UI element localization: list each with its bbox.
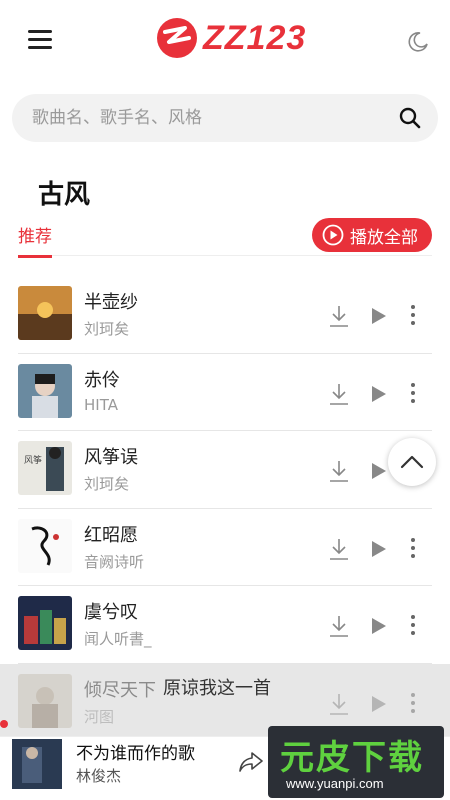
play-icon[interactable] bbox=[370, 306, 388, 326]
song-row[interactable]: 红昭愿 音阙诗听 bbox=[18, 509, 432, 586]
song-title: 赤伶 bbox=[84, 369, 120, 391]
song-row[interactable]: 虞兮叹 闻人听書_ bbox=[18, 586, 432, 664]
song-row[interactable]: 半壶纱 刘珂矣 bbox=[18, 276, 432, 354]
back-to-top-button[interactable] bbox=[388, 438, 436, 486]
more-icon[interactable] bbox=[410, 304, 416, 326]
play-all-button[interactable]: 播放全部 bbox=[312, 218, 432, 252]
now-playing-title: 不为谁而作的歌 bbox=[76, 744, 195, 764]
now-playing-cover bbox=[12, 739, 62, 789]
song-artist: 音阙诗听 bbox=[84, 552, 145, 571]
song-artist: 闻人听書_ bbox=[84, 630, 152, 648]
download-icon[interactable] bbox=[328, 304, 350, 328]
play-circle-icon bbox=[322, 224, 344, 246]
watermark-url: www.yuanpi.com bbox=[286, 776, 384, 791]
album-cover bbox=[18, 286, 72, 340]
tab-recommend[interactable]: 推荐 bbox=[18, 222, 52, 258]
album-cover bbox=[18, 596, 72, 650]
album-cover bbox=[18, 518, 72, 573]
search-input[interactable] bbox=[32, 94, 392, 142]
watermark-logo: 元皮下载 www.yuanpi.com bbox=[268, 726, 444, 798]
download-icon[interactable] bbox=[328, 537, 350, 561]
more-icon[interactable] bbox=[410, 614, 416, 636]
play-all-label: 播放全部 bbox=[350, 227, 418, 248]
song-title: 虞兮叹 bbox=[84, 602, 138, 623]
song-artist: 刘珂矣 bbox=[84, 320, 130, 338]
chevron-up-icon bbox=[400, 455, 424, 469]
album-cover: 风筝 bbox=[18, 441, 72, 495]
app-logo[interactable]: ZZ123 bbox=[155, 16, 306, 60]
play-icon[interactable] bbox=[370, 616, 388, 636]
download-icon[interactable] bbox=[328, 382, 350, 406]
progress-indicator bbox=[0, 720, 8, 728]
share-icon[interactable] bbox=[238, 751, 264, 777]
now-playing-artist: 林俊杰 bbox=[76, 767, 122, 785]
album-cover bbox=[18, 363, 72, 418]
song-artist: 刘珂矣 bbox=[84, 475, 130, 493]
page-title: 古风 bbox=[38, 180, 91, 210]
lyrics-subtitle: 原谅我这一首 bbox=[163, 678, 271, 699]
app-header: ZZ123 bbox=[0, 0, 450, 84]
more-icon[interactable] bbox=[410, 382, 416, 404]
svg-text:风筝: 风筝 bbox=[24, 454, 42, 466]
logo-text: ZZ123 bbox=[203, 18, 307, 57]
song-title: 风筝误 bbox=[84, 447, 138, 468]
song-row[interactable]: 赤伶 HITA bbox=[18, 354, 432, 431]
logo-mark-icon bbox=[157, 18, 197, 58]
search-icon[interactable] bbox=[398, 106, 422, 134]
download-icon[interactable] bbox=[328, 614, 350, 638]
play-icon[interactable] bbox=[370, 384, 388, 404]
play-icon[interactable] bbox=[370, 539, 388, 559]
more-icon[interactable] bbox=[410, 537, 416, 559]
song-title: 红昭愿 bbox=[84, 524, 138, 546]
play-icon[interactable] bbox=[370, 461, 388, 481]
download-icon[interactable] bbox=[328, 459, 350, 483]
watermark-text: 元皮下载 bbox=[280, 738, 424, 778]
song-row[interactable]: 风筝 风筝误 刘珂矣 bbox=[18, 431, 432, 509]
dark-mode-icon[interactable] bbox=[406, 30, 430, 58]
menu-icon[interactable] bbox=[28, 30, 52, 50]
search-bar bbox=[12, 94, 438, 142]
song-artist: HITA bbox=[84, 395, 118, 414]
song-title: 半壶纱 bbox=[84, 292, 138, 313]
tab-bar: 推荐 播放全部 bbox=[18, 216, 432, 258]
